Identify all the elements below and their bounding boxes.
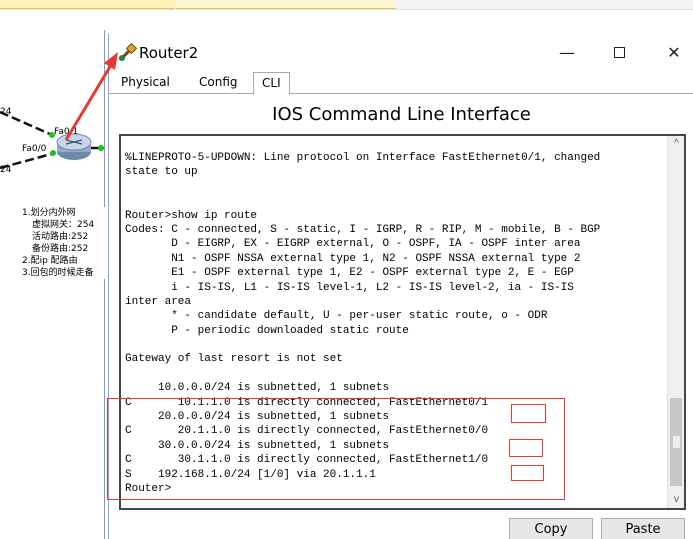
edge-label-1: 24 xyxy=(0,107,12,117)
terminal-line: * - candidate default, U - per-user stat… xyxy=(125,310,548,323)
window-titlebar[interactable]: Router2 — ✕ xyxy=(109,34,693,70)
window-title: Router2 xyxy=(139,44,199,62)
terminal-line: i - IS-IS, L1 - IS-IS level-1, L2 - IS-I… xyxy=(125,281,574,294)
port-label-fa00: Fa0/0 xyxy=(22,144,47,154)
maximize-button[interactable] xyxy=(599,40,639,66)
tab-physical[interactable]: Physical xyxy=(113,72,178,94)
router-icon[interactable] xyxy=(56,133,92,160)
note-textbox[interactable]: 1.划分内外网 虚拟网关：254 活动路由:252 备份路由:252 2.配ip… xyxy=(22,207,106,279)
terminal-line: Router>show ip route xyxy=(125,209,258,222)
scroll-grip xyxy=(673,436,680,448)
router-config-window: Router2 — ✕ Physical Config CLI IOS Comm… xyxy=(107,34,693,539)
tab-config[interactable]: Config xyxy=(191,72,246,94)
port-led-fa00 xyxy=(50,150,56,156)
note-line: 活动路由:252 xyxy=(32,232,89,242)
tab-bar: Physical Config CLI xyxy=(109,72,693,95)
tab-cli[interactable]: CLI xyxy=(253,72,290,95)
workspace-tab[interactable] xyxy=(0,0,175,9)
interface-highlight-1-0 xyxy=(511,465,544,481)
topology-canvas xyxy=(0,110,104,170)
note-line: 备份路由:252 xyxy=(32,244,89,254)
terminal-line: D - EIGRP, EX - EIGRP external, O - OSPF… xyxy=(125,238,581,251)
terminal-line: N1 - OSPF NSSA external type 1, N2 - OSP… xyxy=(125,252,581,265)
terminal-line: state to up xyxy=(125,166,198,179)
cli-heading: IOS Command Line Interface xyxy=(272,104,531,125)
terminal-line: P - periodic downloaded static route xyxy=(125,324,409,337)
scroll-up-icon[interactable]: ^ xyxy=(668,136,685,152)
top-toolbar-strip xyxy=(0,0,693,10)
note-line: 1.划分内外网 xyxy=(22,208,76,218)
interface-highlight-0-1 xyxy=(511,404,546,423)
close-button[interactable]: ✕ xyxy=(654,40,693,66)
paste-button[interactable]: Paste xyxy=(601,518,685,539)
interface-highlight-0-0 xyxy=(509,439,543,457)
port-led-right xyxy=(98,145,104,151)
minimize-button[interactable]: — xyxy=(547,40,587,66)
router-app-icon xyxy=(118,43,137,62)
maximize-icon xyxy=(613,46,625,58)
terminal-line: Gateway of last resort is not set xyxy=(125,353,343,366)
edge-label-2: 24 xyxy=(0,165,12,175)
workspace-tab-2[interactable] xyxy=(176,0,396,9)
note-line: 虚拟网关：254 xyxy=(32,220,95,230)
note-line: 3.回包的时候走备 xyxy=(22,268,94,278)
port-label-fa01: Fa0/1 xyxy=(54,127,79,137)
copy-button[interactable]: Copy xyxy=(509,518,593,539)
note-line: 2.配ip 配路由 xyxy=(22,256,78,266)
terminal-line: E1 - OSPF external type 1, E2 - OSPF ext… xyxy=(125,267,574,280)
terminal-line: Codes: C - connected, S - static, I - IG… xyxy=(125,223,601,236)
scroll-down-icon[interactable]: v xyxy=(668,492,685,508)
terminal-line: inter area xyxy=(125,295,192,308)
terminal-line: 10.0.0.0/24 is subnetted, 1 subnets xyxy=(125,382,390,395)
terminal-line: %LINEPROTO-5-UPDOWN: Line protocol on In… xyxy=(125,152,601,164)
terminal-scrollbar[interactable]: ^ v xyxy=(667,136,684,508)
route-highlight-box xyxy=(107,398,565,500)
